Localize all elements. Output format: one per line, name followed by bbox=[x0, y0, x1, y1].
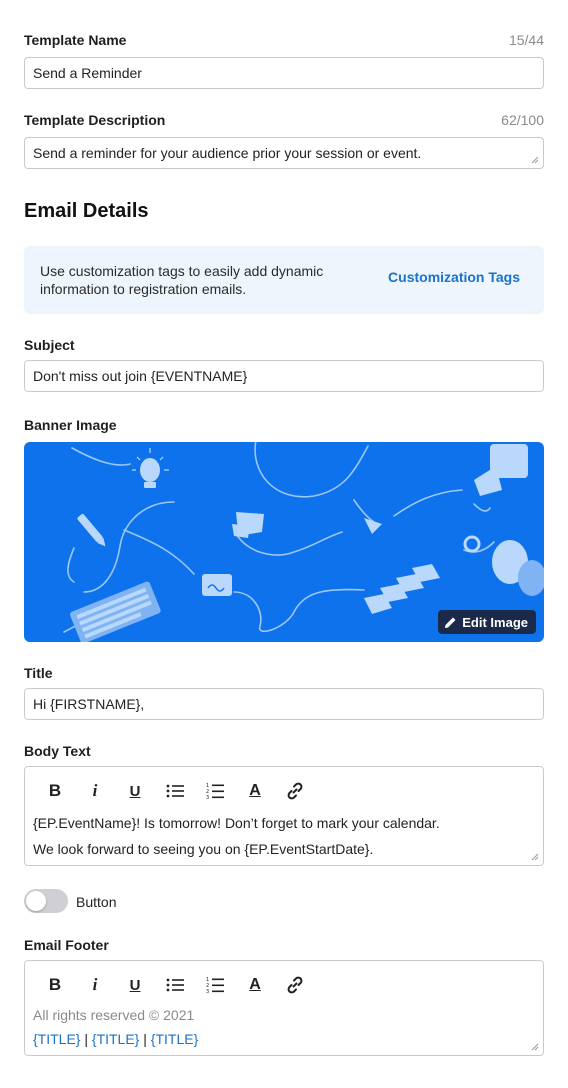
lightbulb-icon bbox=[140, 458, 160, 488]
template-description-label: Template Description bbox=[24, 112, 166, 128]
font-color-button[interactable]: A bbox=[235, 973, 275, 997]
footer-title-link-3[interactable]: {TITLE} bbox=[151, 1031, 198, 1047]
subject-label: Subject bbox=[24, 337, 75, 353]
footer-title-link-2[interactable]: {TITLE} bbox=[92, 1031, 139, 1047]
body-text-label: Body Text bbox=[24, 743, 91, 759]
footer-separator: | bbox=[143, 1031, 147, 1047]
bold-button[interactable]: B bbox=[35, 973, 75, 997]
subject-input[interactable]: Don't miss out join {EVENTNAME} bbox=[24, 360, 544, 392]
body-text-line-2: We look forward to seeing you on {EP.Eve… bbox=[33, 841, 374, 857]
email-footer-editor[interactable]: B i U 123 A All rights reserved © 2021 {… bbox=[24, 960, 544, 1056]
template-name-label: Template Name bbox=[24, 32, 127, 48]
numbered-list-icon: 123 bbox=[206, 977, 224, 994]
template-name-input[interactable]: Send a Reminder bbox=[24, 57, 544, 89]
body-text-line-1: {EP.EventName}! Is tomorrow! Don’t forge… bbox=[33, 815, 440, 831]
svg-text:3: 3 bbox=[206, 989, 209, 994]
footer-title-link-1[interactable]: {TITLE} bbox=[33, 1031, 80, 1047]
italic-button[interactable]: i bbox=[75, 779, 115, 803]
email-details-heading: Email Details bbox=[24, 200, 149, 222]
template-description-input[interactable]: Send a reminder for your audience prior … bbox=[24, 137, 544, 169]
footer-toolbar: B i U 123 A bbox=[35, 973, 315, 997]
pencil-icon bbox=[445, 617, 456, 628]
resize-grip-icon[interactable] bbox=[531, 853, 539, 861]
underline-button[interactable]: U bbox=[115, 973, 155, 997]
resize-grip-icon[interactable] bbox=[531, 156, 539, 164]
template-description-value: Send a reminder for your audience prior … bbox=[33, 145, 422, 161]
bullet-list-icon bbox=[166, 784, 184, 798]
customization-info-text: Use customization tags to easily add dyn… bbox=[40, 263, 324, 297]
body-text-editor[interactable]: B i U 123 A {EP.EventName}! Is tomorrow!… bbox=[24, 766, 544, 866]
bold-button[interactable]: B bbox=[35, 779, 75, 803]
toggle-knob bbox=[26, 891, 46, 911]
bullet-list-button[interactable] bbox=[155, 779, 195, 803]
customization-info-box: Use customization tags to easily add dyn… bbox=[24, 246, 544, 314]
link-icon bbox=[287, 976, 303, 994]
link-button[interactable] bbox=[275, 779, 315, 803]
footer-copyright: All rights reserved © 2021 bbox=[33, 1007, 195, 1023]
title-label: Title bbox=[24, 665, 53, 681]
font-color-button[interactable]: A bbox=[235, 779, 275, 803]
numbered-list-icon: 123 bbox=[206, 783, 224, 800]
customization-tags-link[interactable]: Customization Tags bbox=[388, 269, 520, 285]
footer-separator: | bbox=[84, 1031, 88, 1047]
resize-grip-icon[interactable] bbox=[531, 1043, 539, 1051]
numbered-list-button[interactable]: 123 bbox=[195, 779, 235, 803]
edit-image-label: Edit Image bbox=[462, 614, 528, 630]
numbered-list-button[interactable]: 123 bbox=[195, 973, 235, 997]
edit-image-button[interactable]: Edit Image bbox=[438, 610, 536, 634]
banner-image-label: Banner Image bbox=[24, 417, 117, 433]
underline-button[interactable]: U bbox=[115, 779, 155, 803]
template-name-counter: 15/44 bbox=[508, 32, 544, 48]
italic-button[interactable]: i bbox=[75, 973, 115, 997]
button-toggle[interactable] bbox=[24, 889, 68, 913]
banner-image: Edit Image bbox=[24, 442, 544, 642]
email-footer-label: Email Footer bbox=[24, 937, 109, 953]
footer-links: {TITLE} | {TITLE} | {TITLE} bbox=[33, 1031, 198, 1047]
template-description-counter: 62/100 bbox=[501, 112, 544, 128]
bullet-list-icon bbox=[166, 978, 184, 992]
link-button[interactable] bbox=[275, 973, 315, 997]
title-input[interactable]: Hi {FIRSTNAME}, bbox=[24, 688, 544, 720]
svg-text:3: 3 bbox=[206, 795, 209, 800]
link-icon bbox=[287, 782, 303, 800]
bullet-list-button[interactable] bbox=[155, 973, 195, 997]
button-toggle-label: Button bbox=[76, 894, 117, 910]
body-toolbar: B i U 123 A bbox=[35, 779, 315, 803]
